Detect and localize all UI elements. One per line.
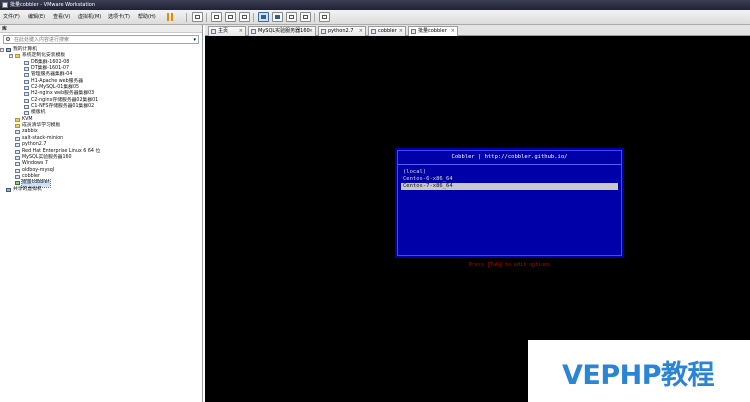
vm-icon — [15, 149, 20, 154]
vm-icon — [251, 29, 256, 34]
console-view-button[interactable] — [319, 12, 330, 22]
close-icon[interactable]: × — [309, 27, 313, 36]
boot-menu-frame — [397, 150, 622, 256]
toolbar-separator — [186, 13, 187, 22]
menu-view[interactable]: 查看(V) — [53, 13, 70, 21]
watermark-text: VEPHP教程 — [562, 360, 715, 391]
snapshot-manager-button[interactable] — [239, 12, 250, 22]
folder-icon — [15, 124, 20, 129]
tab-bar: 主页 × MySQL实验服务器160 × python2.7 × cobbler × 批量cob… — [205, 25, 750, 37]
vm-icon — [15, 162, 20, 167]
tab-item[interactable]: cobbler × — [368, 26, 406, 36]
boot-menu-divider — [398, 164, 621, 165]
tab-label: 批量cobbler — [418, 28, 447, 34]
vm-icon — [24, 111, 29, 116]
tab-item[interactable]: MySQL实验服务器160 × — [248, 26, 316, 36]
tab-label: 主页 — [218, 28, 229, 34]
snapshot-button[interactable] — [211, 12, 222, 22]
tab-item[interactable]: 主页 × — [208, 26, 246, 36]
vm-icon — [411, 29, 416, 34]
tab-label: MySQL实验服务器160 — [258, 28, 310, 34]
close-icon[interactable]: × — [451, 27, 455, 36]
tree-expander-icon[interactable]: - — [0, 48, 4, 52]
vm-icon — [15, 136, 20, 141]
toolbar-separator — [206, 13, 207, 22]
revert-snapshot-button[interactable] — [225, 12, 236, 22]
search-icon — [6, 37, 10, 41]
vm-icon — [371, 29, 376, 34]
computer-icon — [6, 187, 11, 192]
library-tree: - 我的计算机 - 系统定制化安装模板 DB集群-1602-08 DT集群-1601-07… — [0, 47, 203, 193]
boot-menu: Cobbler | http://cobbler.github.io/ (loc… — [395, 148, 624, 258]
vmware-app-icon — [2, 2, 8, 8]
close-icon[interactable]: × — [359, 27, 363, 36]
tab-label: cobbler — [378, 28, 397, 34]
watermark: VEPHP教程 — [528, 340, 750, 402]
vm-icon — [24, 73, 29, 78]
boot-entry[interactable]: Centos-6-x86_64 — [401, 176, 618, 183]
vm-icon — [15, 168, 20, 173]
computer-icon — [6, 48, 11, 52]
boot-entry[interactable]: Centos-7-x86_64 — [401, 183, 618, 190]
thumbnail-bar-button[interactable] — [272, 12, 283, 22]
unity-button[interactable] — [300, 12, 311, 22]
tree-item-label: 共享的虚拟机 — [13, 186, 42, 192]
library-search: ▾ — [3, 35, 199, 44]
boot-hint: Press [Tab] to edit options — [468, 262, 551, 268]
menu-edit[interactable]: 编辑(E) — [28, 13, 45, 21]
toolbar-separator — [253, 13, 254, 22]
library-header: 库 × — [0, 25, 202, 33]
folder-icon — [15, 117, 20, 122]
title-bar: 批量cobbler - VMware Workstation — [0, 0, 750, 10]
menu-vm[interactable]: 虚拟机(M) — [78, 13, 101, 21]
menu-toolbar: 文件(F) 编辑(E) 查看(V) 虚拟机(M) 选项卡(T) 帮助(H) — [0, 10, 750, 25]
window-title: 批量cobbler - VMware Workstation — [10, 2, 96, 8]
vm-icon — [24, 79, 29, 84]
vm-icon — [24, 98, 29, 103]
send-ctrl-alt-del-button[interactable] — [192, 12, 203, 22]
vm-icon — [24, 92, 29, 97]
close-icon[interactable]: × — [239, 27, 243, 36]
full-screen-button[interactable] — [286, 12, 297, 22]
menu-file[interactable]: 文件(F) — [3, 13, 20, 21]
vm-icon — [15, 130, 20, 135]
home-icon — [211, 29, 216, 34]
chevron-down-icon[interactable]: ▾ — [193, 37, 196, 43]
close-icon[interactable]: × — [2, 25, 199, 33]
show-library-button[interactable] — [258, 12, 269, 22]
boot-menu-title: Cobbler | http://cobbler.github.io/ — [451, 154, 568, 160]
tree-expander-icon[interactable]: - — [9, 54, 13, 59]
tab-item[interactable]: python2.7 × — [318, 26, 366, 36]
tab-label: python2.7 — [328, 28, 354, 34]
pause-icon[interactable] — [167, 13, 174, 21]
vm-icon — [24, 67, 29, 72]
vm-icon — [24, 86, 29, 91]
vm-icon — [24, 105, 29, 110]
toolbar-separator — [314, 13, 315, 22]
library-search-input[interactable] — [14, 36, 184, 43]
library-panel: 库 × ▾ -我的计算机-系统定制化安装模板DB集群-1602-08DT集群-1… — [0, 25, 203, 402]
menu-help[interactable]: 帮助(H) — [138, 13, 156, 21]
vm-icon — [15, 174, 20, 179]
vm-icon — [15, 155, 20, 160]
library-tree-item[interactable]: 共享的虚拟机 — [0, 187, 203, 193]
vm-icon — [15, 143, 20, 148]
vm-icon — [24, 60, 29, 65]
folder-icon — [15, 54, 20, 59]
boot-entry[interactable]: (local) — [401, 169, 618, 176]
menu-tabs[interactable]: 选项卡(T) — [108, 13, 130, 21]
close-icon[interactable]: × — [399, 27, 403, 36]
vm-icon — [15, 181, 20, 186]
vm-icon — [321, 29, 326, 34]
